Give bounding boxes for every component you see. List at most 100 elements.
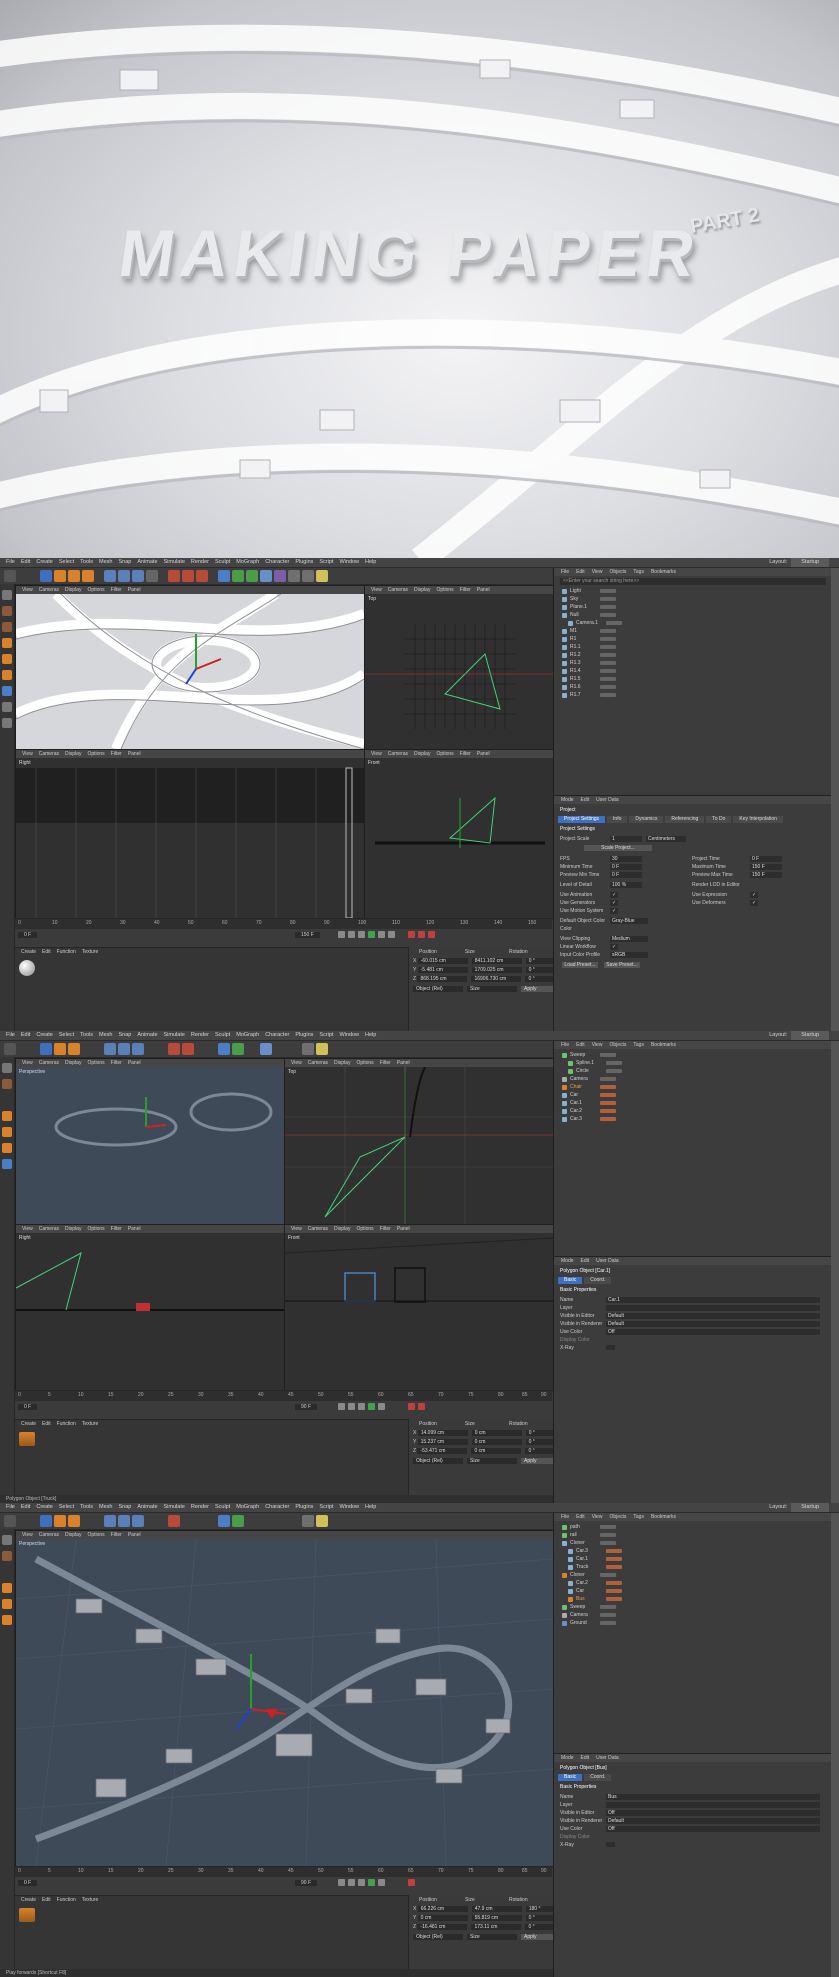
cube-icon[interactable] [218, 570, 230, 582]
z-axis-icon[interactable] [132, 1515, 144, 1527]
right-side-tabs[interactable] [831, 1513, 839, 1977]
menu-select[interactable]: Select [59, 558, 74, 567]
fps-field[interactable]: 30 [610, 856, 642, 862]
undo-icon[interactable] [4, 1515, 16, 1527]
om-menu-edit[interactable]: Edit [576, 568, 585, 576]
linear-workflow-checkbox[interactable]: ✓ [610, 944, 619, 950]
menu-mograph[interactable]: MoGraph [236, 558, 259, 567]
deformer-icon[interactable] [274, 570, 286, 582]
apply-button[interactable]: Apply [521, 1934, 555, 1940]
record-icon[interactable] [408, 1403, 415, 1410]
size-mode-dropdown[interactable]: Size [467, 986, 517, 992]
max-time-field[interactable]: 150 F [750, 864, 782, 870]
polygons-mode-icon[interactable] [2, 1143, 12, 1153]
tab-coord[interactable]: Coord. [584, 1774, 612, 1781]
edges-mode-icon[interactable] [2, 654, 12, 664]
color-profile-dropdown[interactable]: sRGB [610, 952, 648, 958]
light-icon[interactable] [316, 1515, 328, 1527]
object-row[interactable]: Car.2 [560, 1107, 826, 1115]
scale-tool-icon[interactable] [54, 1043, 66, 1055]
render-view-icon[interactable] [168, 570, 180, 582]
object-row[interactable]: Null [560, 611, 826, 619]
view-clipping-dropdown[interactable]: Medium [610, 936, 648, 942]
mat-menu-texture[interactable]: Texture [82, 948, 98, 956]
menu-create[interactable]: Create [36, 558, 53, 567]
project-time-field[interactable]: 0 F [750, 856, 782, 862]
keyframe-selection-icon[interactable] [428, 931, 435, 938]
points-mode-icon[interactable] [2, 1111, 12, 1121]
scale-tool-icon[interactable] [54, 570, 66, 582]
frame-start-field[interactable]: 0 F [18, 932, 38, 938]
material-swatch[interactable] [19, 1908, 35, 1922]
move-tool-icon[interactable] [40, 1043, 52, 1055]
coord-row-x[interactable]: X -60.015 cm 8411.102 cm 0 ° [413, 958, 564, 964]
make-editable-icon[interactable] [2, 1535, 12, 1545]
object-row[interactable]: Car.1 [566, 1555, 826, 1563]
object-row[interactable]: Camera [560, 1075, 826, 1083]
cube-icon[interactable] [218, 1043, 230, 1055]
make-editable-icon[interactable] [2, 1063, 12, 1073]
frame-end-field[interactable]: 90 F [295, 1404, 318, 1410]
prev-key-icon[interactable] [348, 1403, 355, 1410]
cube-icon[interactable] [218, 1515, 230, 1527]
visible-editor-dropdown[interactable]: Default [606, 1313, 820, 1319]
viewport-front[interactable]: View Cameras Display Options Filter Panel Fro… [364, 749, 554, 919]
object-mode-dropdown[interactable]: Object (Rel) [413, 986, 463, 992]
frame-end-field[interactable]: 90 F [295, 1880, 318, 1886]
camera-icon[interactable] [302, 1043, 314, 1055]
coord-row-z[interactable]: Z -53.471 cm 0 cm 0 ° [413, 1448, 563, 1454]
frame-end-field[interactable]: 150 F [295, 932, 320, 938]
layout-selector[interactable]: Layout: Startup [769, 558, 829, 567]
tweak-mode-icon[interactable] [2, 702, 12, 712]
om-menu-file[interactable]: File [561, 568, 569, 576]
min-time-field[interactable]: 0 F [610, 864, 642, 870]
attr-menu-edit[interactable]: Edit [581, 796, 590, 804]
layout-selector[interactable]: Layout: Startup [769, 1503, 829, 1512]
om-menu-view[interactable]: View [592, 568, 603, 576]
object-row[interactable]: Sky [560, 595, 826, 603]
go-to-start-icon[interactable] [338, 1879, 345, 1886]
menu-snap[interactable]: Snap [118, 558, 131, 567]
play-forward-icon[interactable] [368, 931, 375, 938]
object-row[interactable]: Car [566, 1587, 826, 1595]
next-key-icon[interactable] [378, 1879, 385, 1886]
tab-basic[interactable]: Basic [558, 1774, 583, 1781]
next-key-icon[interactable] [378, 931, 385, 938]
model-mode-icon[interactable] [2, 606, 12, 616]
default-color-dropdown[interactable]: Gray-Blue [610, 918, 648, 924]
mat-menu-function[interactable]: Function [57, 948, 76, 956]
object-row[interactable]: R1.6 [560, 683, 826, 691]
size-mode-dropdown[interactable]: Size [467, 1934, 517, 1940]
lod-field[interactable]: 100 % [610, 882, 642, 888]
tab-coord[interactable]: Coord. [584, 1277, 612, 1284]
object-row[interactable]: Car.1 [560, 1099, 826, 1107]
object-row[interactable]: Chair [560, 1083, 826, 1091]
menu-file[interactable]: File [6, 558, 15, 567]
move-tool-icon[interactable] [40, 1515, 52, 1527]
om-menu-objects[interactable]: Objects [609, 568, 626, 576]
use-color-dropdown[interactable]: Off [606, 1329, 820, 1335]
y-axis-icon[interactable] [118, 1043, 130, 1055]
preview-max-field[interactable]: 150 F [750, 872, 782, 878]
array-icon[interactable] [260, 1043, 272, 1055]
render-picture-viewer-icon[interactable] [182, 1043, 194, 1055]
play-forward-icon[interactable] [368, 1879, 375, 1886]
object-row[interactable]: Plane.1 [560, 603, 826, 611]
menu-character[interactable]: Character [265, 558, 289, 567]
nurbs-icon[interactable] [246, 570, 258, 582]
model-mode-icon[interactable] [2, 1551, 12, 1561]
object-row[interactable]: Sweep [560, 1051, 826, 1059]
om-menu-bookmarks[interactable]: Bookmarks [651, 568, 676, 576]
play-back-icon[interactable] [358, 1879, 365, 1886]
camera-icon[interactable] [302, 570, 314, 582]
light-icon[interactable] [316, 1043, 328, 1055]
menu-render[interactable]: Render [191, 558, 209, 567]
menu-mesh[interactable]: Mesh [99, 558, 112, 567]
viewport-perspective[interactable]: View Cameras Display Options Filter Panel Per… [15, 1058, 285, 1225]
tab-dynamics[interactable]: Dynamics [629, 816, 664, 823]
material-swatch[interactable] [19, 1432, 35, 1446]
array-icon[interactable] [260, 570, 272, 582]
tab-to-do[interactable]: To Do [706, 816, 732, 823]
project-scale-field[interactable]: 1 [610, 836, 642, 842]
frame-start-field[interactable]: 0 F [18, 1880, 38, 1886]
